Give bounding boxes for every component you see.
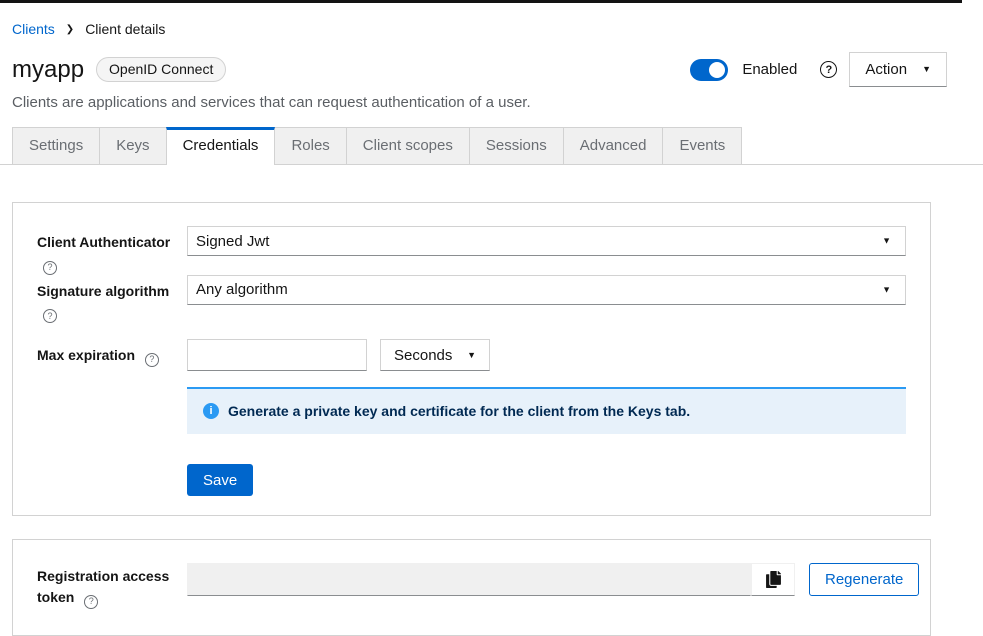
tab-client-scopes[interactable]: Client scopes bbox=[346, 127, 469, 164]
tab-keys[interactable]: Keys bbox=[99, 127, 165, 164]
info-alert: i Generate a private key and certificate… bbox=[187, 387, 906, 434]
registration-token-input bbox=[187, 563, 751, 596]
copy-button[interactable] bbox=[751, 563, 795, 596]
tab-advanced[interactable]: Advanced bbox=[563, 127, 663, 164]
save-button[interactable]: Save bbox=[187, 464, 253, 496]
action-dropdown[interactable]: Action ▼ bbox=[849, 52, 947, 87]
caret-down-icon: ▼ bbox=[922, 65, 931, 74]
caret-down-icon: ▼ bbox=[882, 237, 891, 246]
max-expiration-input[interactable] bbox=[187, 339, 367, 371]
enabled-label: Enabled bbox=[742, 61, 797, 78]
enabled-toggle[interactable] bbox=[690, 59, 728, 81]
enabled-help-icon[interactable]: ? bbox=[820, 61, 837, 78]
tab-credentials[interactable]: Credentials bbox=[166, 127, 276, 165]
page-header: Clients ❯ Client details myapp OpenID Co… bbox=[0, 3, 983, 113]
page-title: myapp bbox=[12, 54, 84, 85]
signature-algorithm-help-icon[interactable]: ? bbox=[43, 309, 57, 323]
toggle-knob bbox=[709, 62, 725, 78]
caret-down-icon: ▼ bbox=[882, 285, 891, 294]
info-alert-text: Generate a private key and certificate f… bbox=[228, 401, 690, 422]
time-unit-select[interactable]: Seconds ▼ bbox=[380, 339, 490, 371]
registration-token-label: Registration access token ? bbox=[37, 563, 187, 609]
breadcrumb: Clients ❯ Client details bbox=[12, 19, 947, 40]
breadcrumb-current: Client details bbox=[85, 19, 165, 40]
client-authenticator-row: Client Authenticator ? Signed Jwt ▼ bbox=[37, 226, 906, 275]
title-row: myapp OpenID Connect Enabled ? Action ▼ bbox=[12, 52, 947, 87]
copy-icon bbox=[766, 571, 781, 588]
tab-events[interactable]: Events bbox=[662, 127, 742, 164]
alert-row: i Generate a private key and certificate… bbox=[37, 387, 906, 434]
registration-token-row: Registration access token ? Regenerate bbox=[37, 563, 906, 609]
signature-algorithm-label: Signature algorithm ? bbox=[37, 275, 187, 324]
signature-algorithm-value: Any algorithm bbox=[196, 281, 288, 298]
max-expiration-help-icon[interactable]: ? bbox=[145, 353, 159, 367]
credentials-card: Client Authenticator ? Signed Jwt ▼ Sign… bbox=[12, 202, 931, 516]
client-authenticator-label: Client Authenticator ? bbox=[37, 226, 187, 275]
caret-down-icon: ▼ bbox=[467, 351, 476, 360]
max-expiration-row: Max expiration ? Seconds ▼ bbox=[37, 339, 906, 371]
breadcrumb-clients-link[interactable]: Clients bbox=[12, 19, 55, 40]
registration-token-help-icon[interactable]: ? bbox=[84, 595, 98, 609]
tab-sessions[interactable]: Sessions bbox=[469, 127, 563, 164]
signature-algorithm-row: Signature algorithm ? Any algorithm ▼ bbox=[37, 275, 906, 324]
max-expiration-label: Max expiration ? bbox=[37, 339, 187, 367]
client-authenticator-help-icon[interactable]: ? bbox=[43, 261, 57, 275]
registration-card: Registration access token ? Regenerate bbox=[12, 539, 931, 636]
signature-algorithm-select[interactable]: Any algorithm ▼ bbox=[187, 275, 906, 305]
chevron-right-icon: ❯ bbox=[66, 19, 74, 40]
tab-content: Client Authenticator ? Signed Jwt ▼ Sign… bbox=[0, 165, 983, 636]
page-description: Clients are applications and services th… bbox=[12, 92, 947, 113]
info-icon: i bbox=[203, 403, 219, 419]
action-dropdown-label: Action bbox=[865, 61, 907, 78]
token-input-group bbox=[187, 563, 795, 596]
regenerate-button[interactable]: Regenerate bbox=[809, 563, 919, 596]
tab-settings[interactable]: Settings bbox=[12, 127, 99, 164]
client-authenticator-select[interactable]: Signed Jwt ▼ bbox=[187, 226, 906, 256]
tab-bar: Settings Keys Credentials Roles Client s… bbox=[0, 127, 983, 165]
client-authenticator-value: Signed Jwt bbox=[196, 233, 269, 250]
protocol-badge: OpenID Connect bbox=[96, 57, 226, 82]
tab-roles[interactable]: Roles bbox=[275, 127, 345, 164]
header-controls: Enabled ? Action ▼ bbox=[690, 52, 947, 87]
save-row: Save bbox=[37, 464, 906, 496]
time-unit-value: Seconds bbox=[394, 347, 452, 364]
